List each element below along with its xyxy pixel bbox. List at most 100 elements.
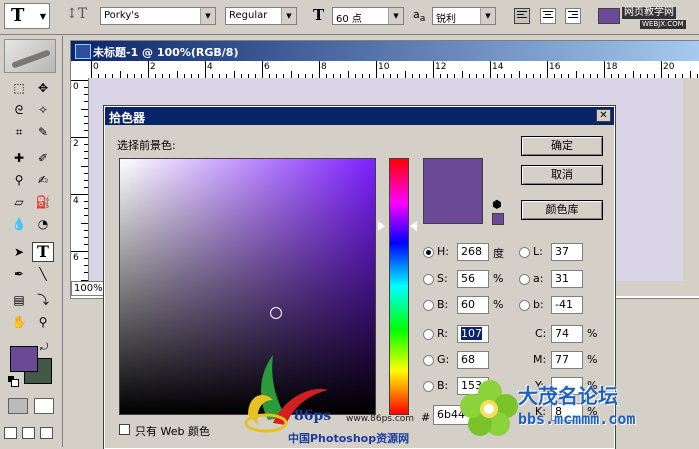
close-icon[interactable]: ✕ bbox=[596, 109, 611, 122]
s-input[interactable]: 56 bbox=[457, 270, 489, 288]
screen-mode-full-button[interactable] bbox=[40, 427, 53, 439]
eyedropper-tool-icon[interactable]: ⤵ bbox=[32, 290, 54, 310]
horizontal-ruler[interactable]: 0 2 4 6 8 10 12 14 16 18 20 bbox=[89, 61, 699, 79]
ruler-label: 10 bbox=[378, 62, 390, 72]
watermark-webjx: 网页教学网 bbox=[622, 7, 676, 19]
color-field-marker[interactable] bbox=[270, 307, 282, 319]
font-style-value: Regular bbox=[229, 10, 268, 21]
stamp-tool-icon[interactable]: ⚲ bbox=[8, 170, 30, 190]
zoom-tool-icon[interactable]: ⚲ bbox=[32, 312, 54, 332]
brush-tool-icon[interactable]: ✐ bbox=[32, 148, 54, 168]
a-input[interactable]: 31 bbox=[551, 270, 583, 288]
radio-blue[interactable] bbox=[423, 381, 434, 392]
86ps-url: www.86ps.com bbox=[346, 414, 415, 424]
line-tool-icon[interactable]: ╲ bbox=[32, 264, 54, 284]
ruler-minor-tick bbox=[84, 186, 88, 188]
radio-a[interactable] bbox=[519, 274, 530, 285]
paint-bucket-icon[interactable]: ⛽ bbox=[32, 192, 54, 212]
tool-preset-picker[interactable]: T ▼ bbox=[4, 3, 50, 29]
history-brush-icon[interactable]: ✍ bbox=[32, 170, 54, 190]
crop-tool-icon[interactable]: ⌗ bbox=[8, 122, 30, 142]
r-input[interactable]: 107 bbox=[457, 325, 489, 343]
marquee-tool-icon[interactable]: ⬚ bbox=[8, 78, 30, 98]
hue-slider[interactable] bbox=[389, 158, 409, 415]
font-style-select[interactable]: Regular ▼ bbox=[225, 7, 297, 25]
ruler-minor-tick bbox=[84, 208, 88, 210]
radio-lab-b[interactable] bbox=[519, 300, 530, 311]
dialog-title-bar[interactable]: 拾色器 ✕ bbox=[105, 107, 614, 125]
path-select-icon[interactable]: ➤ bbox=[8, 242, 30, 262]
ruler-minor-tick bbox=[84, 229, 88, 231]
font-family-select[interactable]: Porky's ▼ bbox=[100, 7, 216, 25]
forum-flower-icon bbox=[460, 380, 518, 436]
slice-tool-icon[interactable]: ✎ bbox=[32, 122, 54, 142]
ok-button[interactable]: 确定 bbox=[521, 136, 603, 156]
ruler-origin[interactable] bbox=[71, 61, 90, 79]
notes-tool-icon[interactable]: ▤ bbox=[8, 290, 30, 310]
dodge-tool-icon[interactable]: ◔ bbox=[32, 214, 54, 234]
m-input[interactable]: 77 bbox=[551, 351, 583, 369]
foreground-color-swatch[interactable] bbox=[10, 346, 38, 372]
antialias-icon: aa bbox=[413, 8, 426, 25]
radio-b[interactable] bbox=[423, 300, 434, 311]
magic-wand-tool-icon[interactable]: ✧ bbox=[32, 100, 54, 120]
radio-l[interactable] bbox=[519, 247, 530, 258]
m-unit: % bbox=[587, 353, 598, 366]
hue-slider-right-arrow-icon[interactable] bbox=[410, 221, 417, 231]
standard-mode-button[interactable] bbox=[8, 398, 28, 414]
h-input[interactable]: 268 bbox=[457, 243, 489, 261]
c-unit: % bbox=[587, 327, 598, 340]
radio-r[interactable] bbox=[423, 329, 434, 340]
g-input[interactable]: 68 bbox=[457, 351, 489, 369]
c-input[interactable]: 74 bbox=[551, 325, 583, 343]
radio-g[interactable] bbox=[423, 355, 434, 366]
align-center-button[interactable] bbox=[540, 8, 556, 24]
ruler-minor-tick bbox=[81, 222, 88, 224]
lasso-tool-icon[interactable]: ᘓ bbox=[8, 100, 30, 120]
radio-s[interactable] bbox=[423, 274, 434, 285]
type-tool-button[interactable]: T bbox=[32, 242, 54, 262]
hue-slider-left-arrow-icon[interactable] bbox=[378, 221, 385, 231]
new-color-preview bbox=[423, 158, 483, 224]
web-safe-cube-icon[interactable]: ⬢ bbox=[492, 198, 502, 211]
s-label: S: bbox=[437, 272, 448, 285]
vertical-ruler[interactable]: 0 2 4 6 bbox=[71, 78, 89, 288]
web-safe-color-swatch[interactable] bbox=[492, 213, 504, 225]
vertical-scrollbar[interactable] bbox=[683, 78, 699, 281]
web-only-checkbox[interactable] bbox=[119, 424, 130, 435]
ruler-minor-tick bbox=[84, 172, 88, 174]
screen-mode-standard-button[interactable] bbox=[4, 427, 17, 439]
antialias-select[interactable]: 锐利 ▼ bbox=[432, 7, 496, 25]
hand-tool-icon[interactable]: ✋ bbox=[8, 312, 30, 332]
cancel-button[interactable]: 取消 bbox=[521, 165, 603, 185]
pen-tool-icon[interactable]: ✒ bbox=[8, 264, 30, 284]
lab-b-input[interactable]: -41 bbox=[551, 296, 583, 314]
swap-colors-icon[interactable]: ⤾ bbox=[40, 342, 48, 353]
move-tool-icon[interactable]: ✥ bbox=[32, 78, 54, 98]
antialias-value: 锐利 bbox=[436, 14, 456, 25]
h-unit: 度 bbox=[493, 247, 504, 260]
healing-brush-icon[interactable]: ✚ bbox=[8, 148, 30, 168]
ruler-minor-tick bbox=[461, 71, 463, 78]
screen-mode-full-menu-button[interactable] bbox=[22, 427, 35, 439]
document-title-bar[interactable]: 未标题-1 @ 100%(RGB/8) bbox=[71, 41, 699, 61]
eraser-tool-icon[interactable]: ▱ bbox=[8, 192, 30, 212]
a-label: a: bbox=[533, 272, 544, 285]
radio-h[interactable] bbox=[423, 247, 434, 258]
align-left-button[interactable] bbox=[514, 8, 530, 24]
align-right-button[interactable] bbox=[565, 8, 581, 24]
b-input[interactable]: 60 bbox=[457, 296, 489, 314]
quick-mask-button[interactable] bbox=[34, 398, 54, 414]
default-colors-icon[interactable] bbox=[8, 376, 19, 387]
watermark-webjx-url: WEBJX.COM bbox=[640, 20, 686, 29]
text-orientation-icon[interactable]: ↕T bbox=[66, 6, 88, 26]
l-input[interactable]: 37 bbox=[551, 243, 583, 261]
blur-tool-icon[interactable]: 💧 bbox=[8, 214, 30, 234]
text-color-swatch[interactable] bbox=[598, 8, 620, 24]
ruler-tick bbox=[71, 80, 88, 81]
font-size-select[interactable]: 60 点 ▼ bbox=[332, 7, 404, 25]
ruler-label: 8 bbox=[321, 62, 327, 72]
ruler-label: 14 bbox=[492, 62, 504, 72]
color-libraries-button[interactable]: 颜色库 bbox=[521, 200, 603, 220]
feather-logo-icon[interactable] bbox=[4, 39, 56, 73]
